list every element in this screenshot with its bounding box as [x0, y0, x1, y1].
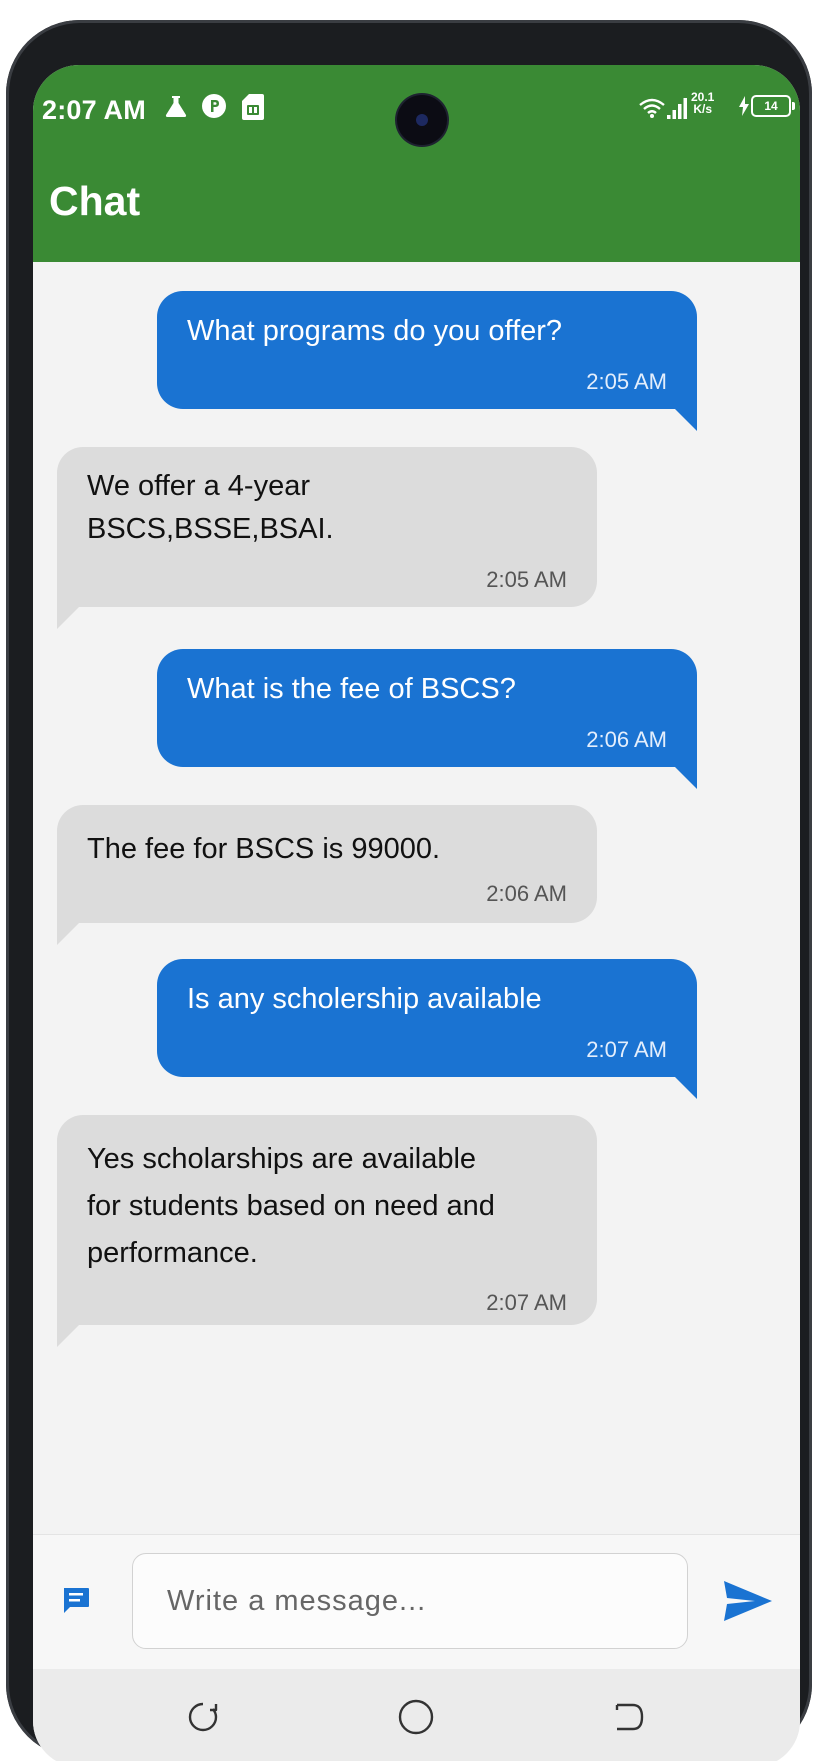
message-bubble-received[interactable]: The fee for BSCS is 99000. 2:06 AM	[57, 805, 597, 923]
message-time: 2:06 AM	[586, 727, 667, 752]
bubble-tail	[57, 607, 79, 629]
status-time: 2:07 AM	[42, 95, 146, 125]
message-time: 2:07 AM	[586, 1037, 667, 1062]
network-speed-unit: K/s	[693, 102, 713, 116]
message-bubble-sent[interactable]: What is the fee of BSCS? 2:06 AM	[157, 649, 697, 767]
bubble-tail	[57, 1325, 79, 1347]
message-composer	[33, 1534, 800, 1669]
message-text: Yes scholarships are available	[87, 1143, 477, 1175]
message-input[interactable]	[132, 1553, 688, 1649]
bubble-tail	[675, 409, 697, 431]
recents-icon[interactable]	[183, 1697, 223, 1742]
front-camera	[397, 95, 447, 145]
message-time: 2:06 AM	[486, 881, 567, 906]
message-text: BSCS,BSSE,BSAI.	[87, 513, 334, 545]
send-icon[interactable]	[723, 1580, 773, 1627]
screen: 2:07 AM 20.1 K/s 14 Chat What programs d…	[33, 65, 800, 1761]
bubble-tail	[57, 923, 79, 945]
app-header: 2:07 AM 20.1 K/s 14 Chat	[33, 65, 800, 262]
message-text: We offer a 4-year	[87, 470, 310, 502]
charging-icon	[739, 96, 749, 121]
message-bubble-sent[interactable]: Is any scholership available 2:07 AM	[157, 959, 697, 1077]
message-text: Is any scholership available	[187, 983, 542, 1015]
message-bubble-sent[interactable]: What programs do you offer? 2:05 AM	[157, 291, 697, 409]
message-time: 2:05 AM	[486, 567, 567, 592]
message-bubble-received[interactable]: We offer a 4-year BSCS,BSSE,BSAI. 2:05 A…	[57, 447, 597, 607]
home-icon[interactable]	[396, 1697, 436, 1742]
message-text: What is the fee of BSCS?	[187, 673, 516, 705]
message-text: performance.	[87, 1237, 258, 1269]
message-text: for students based on need and	[87, 1190, 495, 1222]
message-text: The fee for BSCS is 99000.	[87, 833, 441, 865]
sim-card-icon	[241, 93, 265, 126]
p-circle-icon	[201, 93, 227, 124]
battery-indicator: 14	[751, 95, 795, 117]
bubble-tail	[675, 1077, 697, 1099]
bubble-tail	[675, 767, 697, 789]
message-time: 2:07 AM	[486, 1290, 567, 1315]
chat-bubble-icon[interactable]	[61, 1585, 91, 1620]
phone-frame: 2:07 AM 20.1 K/s 14 Chat What programs d…	[6, 20, 812, 1761]
message-bubble-received[interactable]: Yes scholarships are available for stude…	[57, 1115, 597, 1325]
message-text: What programs do you offer?	[187, 315, 563, 347]
wifi-icon	[639, 98, 665, 123]
back-icon[interactable]	[609, 1697, 649, 1742]
signal-icon	[667, 98, 687, 125]
flask-icon	[163, 93, 189, 124]
message-time: 2:05 AM	[586, 369, 667, 394]
system-nav-bar	[33, 1669, 800, 1761]
page-title: Chat	[49, 178, 141, 224]
network-speed: 20.1 K/s	[691, 91, 714, 115]
